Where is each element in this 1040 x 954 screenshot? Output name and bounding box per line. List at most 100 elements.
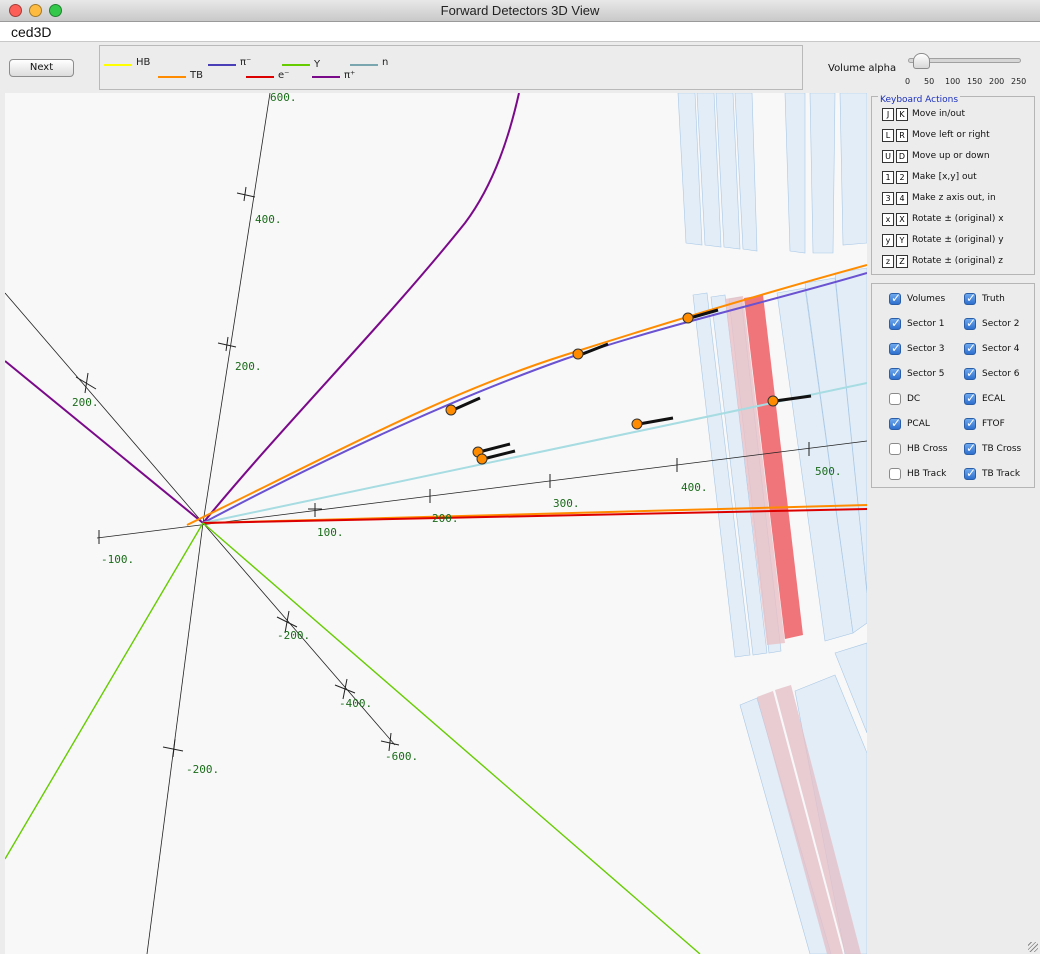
keyboard-row: U D Move up or down	[882, 150, 990, 164]
slider-tick: 250	[1011, 77, 1027, 86]
checkbox-box[interactable]	[889, 366, 901, 380]
window-title: Forward Detectors 3D View	[440, 3, 600, 18]
keyboard-row: J K Move in/out	[882, 108, 965, 122]
keyboard-row: 1 2 Make [x,y] out	[882, 171, 977, 185]
checkbox-box[interactable]	[889, 443, 901, 455]
checkbox-box[interactable]	[889, 468, 901, 480]
z-axis-label-neg-400: -400.	[339, 697, 372, 710]
key-cap: 2	[896, 171, 908, 184]
checkbox-label: Truth	[982, 294, 1005, 304]
checkbox-sector-5[interactable]: Sector 5	[889, 366, 945, 382]
legend-swatch-gamma	[282, 64, 310, 66]
key-cap: K	[896, 108, 908, 121]
checkbox-box[interactable]	[889, 316, 901, 330]
checkbox-label: Sector 1	[907, 319, 945, 329]
volume-alpha-control: Volume alpha 0 50 100 150 200 250	[808, 45, 1036, 90]
volume-alpha-label: Volume alpha	[828, 63, 897, 74]
key-cap: R	[896, 129, 908, 142]
legend-swatch-pi-minus	[208, 64, 236, 66]
checkbox-box[interactable]	[889, 341, 901, 355]
checkbox-label: HB Cross	[907, 444, 948, 454]
checkbox-box[interactable]	[964, 441, 976, 455]
legend-label-hb: HB	[136, 57, 151, 68]
checkbox-sector-2[interactable]: Sector 2	[964, 316, 1020, 332]
checkbox-box[interactable]	[964, 466, 976, 480]
checkbox-label: TB Cross	[982, 444, 1022, 454]
checkbox-truth[interactable]: Truth	[964, 291, 1005, 307]
keyboard-actions-title: Keyboard Actions	[878, 95, 961, 105]
checkbox-label: Sector 5	[907, 369, 945, 379]
y-axis-label-neg-200: -200.	[186, 763, 219, 776]
x-axis-label-200: 200.	[432, 512, 459, 525]
key-cap: Y	[896, 234, 908, 247]
checkbox-box[interactable]	[964, 316, 976, 330]
checkbox-tb-track[interactable]: TB Track	[964, 466, 1020, 482]
x-axis-label-500: 500.	[815, 465, 842, 478]
key-cap: x	[882, 213, 894, 226]
z-axis-label-neg-600: -600.	[385, 750, 418, 763]
legend-label-tb: TB	[190, 70, 203, 81]
checkbox-sector-1[interactable]: Sector 1	[889, 316, 945, 332]
keyboard-action-text: Move left or right	[912, 130, 990, 140]
checkbox-box[interactable]	[889, 416, 901, 430]
volume-alpha-slider-thumb[interactable]	[912, 53, 930, 69]
keyboard-row: x X Rotate ± (original) x	[882, 213, 1004, 227]
checkbox-box[interactable]	[964, 391, 976, 405]
checkbox-box[interactable]	[889, 291, 901, 305]
checkbox-label: Sector 4	[982, 344, 1020, 354]
checkbox-box[interactable]	[964, 416, 976, 430]
legend-swatch-neutron	[350, 64, 378, 66]
key-cap: J	[882, 108, 894, 121]
3d-view-canvas[interactable]: 600. 400. 200. 200. 100. 200. 300. 400. …	[5, 93, 867, 954]
key-cap: 4	[896, 192, 908, 205]
resize-grip-icon[interactable]	[1028, 942, 1038, 952]
checkbox-hb-track[interactable]: HB Track	[889, 468, 946, 482]
legend-label-pi-minus: π⁻	[240, 57, 252, 68]
checkbox-label: Sector 2	[982, 319, 1020, 329]
keyboard-actions-panel: Keyboard Actions J K Move in/out L R Move le…	[871, 95, 1035, 275]
z-axis-label-neg-200: -200.	[277, 629, 310, 642]
checkbox-label: Sector 3	[907, 344, 945, 354]
keyboard-action-text: Rotate ± (original) y	[912, 235, 1004, 245]
keyboard-row: L R Move left or right	[882, 129, 990, 143]
keyboard-row: z Z Rotate ± (original) z	[882, 255, 1003, 269]
slider-tick: 50	[924, 77, 935, 86]
y-axis-label-400: 400.	[255, 213, 282, 226]
keyboard-action-text: Rotate ± (original) z	[912, 256, 1003, 266]
checkbox-box[interactable]	[964, 291, 976, 305]
legend-swatch-hb	[104, 64, 132, 66]
app-menu[interactable]: ced3D	[11, 24, 51, 40]
x-axis-label-400: 400.	[681, 481, 708, 494]
checkbox-ecal[interactable]: ECAL	[964, 391, 1005, 407]
checkbox-box[interactable]	[889, 393, 901, 405]
x-axis-label-100: 100.	[317, 526, 344, 539]
keyboard-action-text: Make z axis out, in	[912, 193, 996, 203]
checkbox-hb-cross[interactable]: HB Cross	[889, 443, 947, 457]
checkbox-ftof[interactable]: FTOF	[964, 416, 1005, 432]
next-button[interactable]: Next	[9, 59, 74, 77]
track-legend: HB TB π⁻ e⁻ Y π⁺ n	[99, 45, 803, 90]
checkbox-pcal[interactable]: PCAL	[889, 416, 930, 432]
checkbox-dc[interactable]: DC	[889, 393, 920, 407]
checkbox-tb-cross[interactable]: TB Cross	[964, 441, 1022, 457]
key-cap: 1	[882, 171, 894, 184]
detector-volumes-upper	[677, 93, 867, 254]
checkbox-volumes[interactable]: Volumes	[889, 291, 945, 307]
y-axis-label-200: 200.	[235, 360, 262, 373]
slider-tick: 100	[945, 77, 961, 86]
checkbox-sector-6[interactable]: Sector 6	[964, 366, 1020, 382]
key-cap: z	[882, 255, 894, 268]
legend-swatch-tb	[158, 76, 186, 78]
checkbox-box[interactable]	[964, 341, 976, 355]
checkbox-sector-4[interactable]: Sector 4	[964, 341, 1020, 357]
key-cap: U	[882, 150, 894, 163]
checkbox-sector-3[interactable]: Sector 3	[889, 341, 945, 357]
slider-tick: 200	[989, 77, 1005, 86]
key-cap: X	[896, 213, 908, 226]
toolbar: Next HB TB π⁻ e⁻ Y π⁺ n Volume alpha 0 5…	[0, 43, 1040, 93]
key-cap: D	[896, 150, 908, 163]
legend-label-gamma: Y	[314, 59, 321, 70]
checkbox-box[interactable]	[964, 366, 976, 380]
keyboard-action-text: Move up or down	[912, 151, 990, 161]
keyboard-row: 3 4 Make z axis out, in	[882, 192, 996, 206]
